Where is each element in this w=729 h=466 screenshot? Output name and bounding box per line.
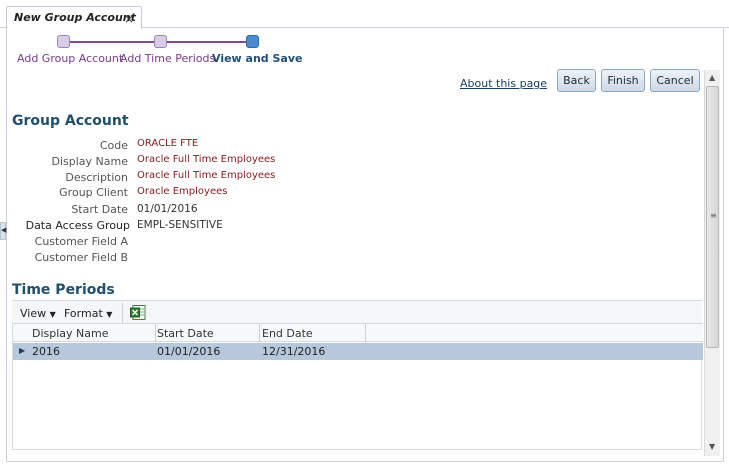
cell-display-name: 2016 <box>32 345 60 358</box>
format-menu[interactable]: Format ▼ <box>64 307 112 320</box>
column-header-start-date[interactable]: Start Date <box>157 327 214 340</box>
time-periods-heading: Time Periods <box>12 282 115 298</box>
display-name-label: Display Name <box>51 155 129 168</box>
display-name-value: Oracle Full Time Employees <box>137 154 276 165</box>
train-stop-view-and-save[interactable] <box>246 35 259 48</box>
table-toolbar: View ▼ Format ▼ <box>12 300 702 324</box>
format-menu-label: Format <box>64 307 103 320</box>
back-button-label: Back <box>563 74 590 87</box>
group-client-label: Group Client <box>59 186 128 199</box>
time-periods-table: Display Name Start Date End Date ▶ 2016 … <box>12 324 703 450</box>
train-label-add-group-account[interactable]: Add Group Account <box>17 52 123 65</box>
table-row[interactable]: ▶ 2016 01/01/2016 12/31/2016 <box>13 343 703 360</box>
scroll-up-arrow-icon[interactable]: ▲ <box>709 73 715 82</box>
toolbar-divider <box>122 303 123 323</box>
view-menu[interactable]: View ▼ <box>20 307 56 320</box>
cancel-button-label: Cancel <box>656 74 694 87</box>
customer-field-b-label: Customer Field B <box>34 251 128 264</box>
row-expand-icon[interactable]: ▶ <box>19 346 25 355</box>
view-menu-label: View <box>20 307 47 320</box>
code-value: ORACLE FTE <box>137 138 199 149</box>
caret-down-icon: ▼ <box>106 310 113 319</box>
caret-down-icon: ▼ <box>49 310 56 319</box>
cancel-button[interactable]: Cancel <box>650 69 700 92</box>
train-label-view-and-save: View and Save <box>212 52 303 65</box>
vertical-scrollbar[interactable]: ▲ ≡ ▼ <box>704 70 720 456</box>
data-access-group-value: EMPL-SENSITIVE <box>137 219 223 231</box>
step-train: Add Group Account Add Time Periods View … <box>0 0 729 70</box>
export-excel-icon[interactable] <box>130 305 146 320</box>
finish-button-label: Finish <box>607 74 639 87</box>
start-date-label: Start Date <box>71 203 128 216</box>
train-label-add-time-periods[interactable]: Add Time Periods <box>120 52 215 65</box>
scroll-thumb[interactable]: ≡ <box>706 86 719 348</box>
scroll-down-arrow-icon[interactable]: ▼ <box>709 442 715 451</box>
grip-icon: ≡ <box>710 211 717 220</box>
table-header: Display Name Start Date End Date <box>13 324 703 342</box>
train-stop-add-group-account[interactable] <box>57 35 70 48</box>
back-button[interactable]: Back <box>557 69 596 92</box>
column-header-display-name[interactable]: Display Name <box>32 327 109 340</box>
about-page-link[interactable]: About this page <box>460 77 547 90</box>
description-value: Oracle Full Time Employees <box>137 170 276 181</box>
cell-start-date: 01/01/2016 <box>157 345 221 358</box>
column-divider <box>259 324 260 342</box>
description-label: Description <box>65 171 128 184</box>
finish-button[interactable]: Finish <box>601 69 645 92</box>
train-stop-add-time-periods[interactable] <box>154 35 167 48</box>
column-divider <box>365 324 366 342</box>
cell-end-date: 12/31/2016 <box>262 345 326 358</box>
column-divider <box>155 324 156 342</box>
code-label: Code <box>99 139 128 152</box>
group-account-heading: Group Account <box>12 113 129 129</box>
start-date-value: 01/01/2016 <box>137 203 198 215</box>
data-access-group-label: Data Access Group <box>25 219 130 232</box>
column-header-end-date[interactable]: End Date <box>262 327 313 340</box>
customer-field-a-label: Customer Field A <box>34 235 128 248</box>
group-client-value: Oracle Employees <box>137 186 228 197</box>
